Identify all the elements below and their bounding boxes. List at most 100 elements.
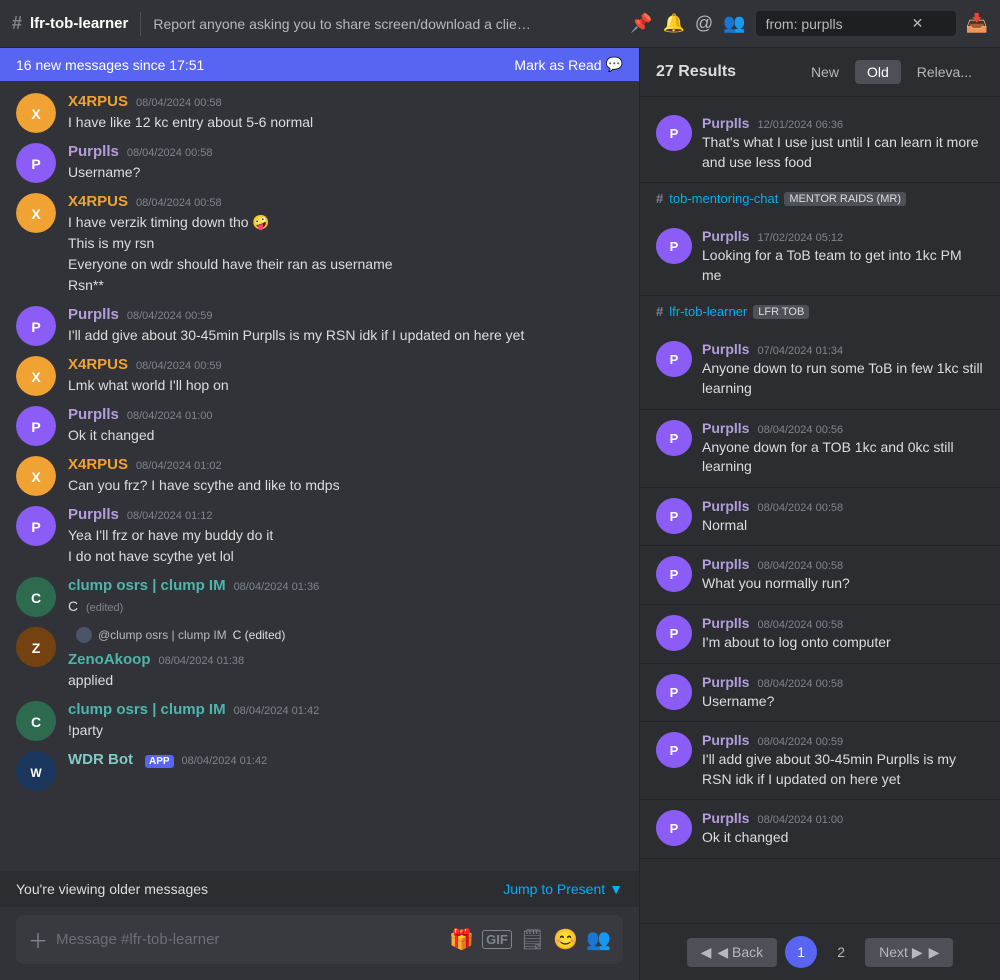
result-timestamp: 08/04/2024 00:59 [757,736,843,748]
mention-icon[interactable]: @ [695,13,713,34]
result-text: Ok it changed [702,828,984,848]
filter-new-button[interactable]: New [799,60,851,84]
channel-topic: Report anyone asking you to share screen… [153,16,533,32]
members-icon[interactable]: 👥 [723,13,745,34]
search-result-item[interactable]: P Purplls 12/01/2024 06:36 That's what I… [640,105,1000,183]
svg-text:P: P [670,239,679,254]
avatar: X [16,456,56,496]
result-timestamp: 08/04/2024 00:58 [757,619,843,631]
username: Purplls [68,406,119,423]
mark-as-read-button[interactable]: Mark as Read 💬 [514,56,623,73]
search-result-item[interactable]: P Purplls 08/04/2024 00:56 Anyone down f… [640,410,1000,488]
message-group: P Purplls 08/04/2024 00:58 Username? [0,139,639,187]
message-header: Purplls 08/04/2024 01:12 [68,506,623,523]
page-1-button[interactable]: 1 [785,936,817,968]
topbar-icons: 📌 🔔 @ 👥 ✕ 📥 [630,11,988,36]
result-avatar: P [656,420,692,456]
search-results-list[interactable]: P Purplls 12/01/2024 06:36 That's what I… [640,97,1000,923]
channel-name: lfr-tob-learner [30,15,128,32]
message-header: X4RPUS 08/04/2024 00:58 [68,193,623,210]
search-result-item[interactable]: P Purplls 17/02/2024 05:12 Looking for a… [640,218,1000,296]
notification-icon[interactable]: 🔔 [662,13,684,34]
back-button[interactable]: ◀ ◀ Back [687,938,778,967]
svg-text:P: P [670,431,679,446]
result-timestamp: 08/04/2024 01:00 [757,814,843,826]
avatar: X [16,193,56,233]
message-text: Rsn** [68,275,623,296]
search-result-item[interactable]: P Purplls 08/04/2024 01:00 Ok it changed [640,800,1000,859]
message-content: @clump osrs | clump IM C (edited) ZenoAk… [68,627,623,691]
avatar: W [16,751,56,791]
older-messages-text: You're viewing older messages [16,881,208,897]
result-message: P Purplls 08/04/2024 00:59 I'll add give… [656,732,984,789]
svg-text:P: P [670,352,679,367]
server-tag: MENTOR RAIDS (MR) [784,192,906,206]
search-result-item[interactable]: P Purplls 08/04/2024 00:58 I'm about to … [640,605,1000,664]
svg-text:P: P [670,567,679,582]
page-2-button[interactable]: 2 [825,936,857,968]
message-text: !party [68,720,623,741]
search-header: 27 Results New Old Releva... [640,48,1000,97]
result-avatar: P [656,674,692,710]
next-button[interactable]: Next ▶ ▶ [865,938,953,967]
channel-name: tob-mentoring-chat [669,191,778,206]
messages-area[interactable]: X X4RPUS 08/04/2024 00:58 I have like 12… [0,81,639,871]
result-body: Purplls 12/01/2024 06:36 That's what I u… [702,115,984,172]
username: Purplls [68,306,119,323]
message-text: Everyone on wdr should have their ran as… [68,254,623,275]
result-body: Purplls 08/04/2024 00:58 I'm about to lo… [702,615,984,653]
search-result-item[interactable]: P Purplls 08/04/2024 00:58 What you norm… [640,546,1000,605]
message-content: Purplls 08/04/2024 01:00 Ok it changed [68,406,623,446]
add-icon[interactable]: ＋ [28,925,48,954]
username: X4RPUS [68,93,128,110]
result-body: Purplls 08/04/2024 01:00 Ok it changed [702,810,984,848]
timestamp: 08/04/2024 01:42 [234,705,320,717]
gif-icon[interactable]: GIF [482,930,512,949]
emoji-icon[interactable]: 😊 [553,927,578,952]
result-header: Purplls 17/02/2024 05:12 [702,228,984,244]
result-message: P Purplls 17/02/2024 05:12 Looking for a… [656,228,984,285]
message-group: X X4RPUS 08/04/2024 00:58 I have like 12… [0,89,639,137]
result-body: Purplls 17/02/2024 05:12 Looking for a T… [702,228,984,285]
result-avatar: P [656,115,692,151]
app-badge: APP [145,755,174,768]
result-text: Normal [702,516,984,536]
search-result-item[interactable]: P Purplls 08/04/2024 00:58 Normal [640,488,1000,547]
result-header: Purplls 08/04/2024 00:59 [702,732,984,748]
svg-text:P: P [670,685,679,700]
search-result-item[interactable]: P Purplls 07/04/2024 01:34 Anyone down t… [640,331,1000,409]
new-messages-banner: 16 new messages since 17:51 Mark as Read… [0,48,639,81]
inbox-icon[interactable]: 📥 [966,13,988,34]
result-username: Purplls [702,498,749,514]
result-timestamp: 17/02/2024 05:12 [757,232,843,244]
timestamp: 08/04/2024 01:12 [127,510,213,522]
activity-icon[interactable]: 👥 [586,927,611,952]
avatar: P [16,143,56,183]
jump-to-present-button[interactable]: Jump to Present ▼ [503,881,623,897]
search-close-icon[interactable]: ✕ [912,15,924,32]
svg-text:P: P [31,156,40,172]
result-text: Anyone down for a TOB 1kc and 0kc still … [702,438,984,477]
search-result-item[interactable]: P Purplls 08/04/2024 00:58 Username? [640,664,1000,723]
message-header: Purplls 08/04/2024 00:58 [68,143,623,160]
timestamp: 08/04/2024 01:00 [127,410,213,422]
username: X4RPUS [68,193,128,210]
result-header: Purplls 08/04/2024 01:00 [702,810,984,826]
search-result-item[interactable]: P Purplls 08/04/2024 00:59 I'll add give… [640,722,1000,800]
svg-text:W: W [30,766,42,780]
message-header: Purplls 08/04/2024 01:00 [68,406,623,423]
username: clump osrs | clump IM [68,577,226,594]
sticker-icon[interactable]: 🗒 [520,927,545,952]
pin-icon[interactable]: 📌 [630,13,652,34]
filter-old-button[interactable]: Old [855,60,901,84]
chat-input-box: ＋ 🎁 GIF 🗒 😊 👥 [16,915,623,964]
timestamp: 08/04/2024 01:36 [234,581,320,593]
search-box[interactable]: ✕ [756,11,956,36]
search-input[interactable] [766,16,906,32]
filter-relevant-button[interactable]: Releva... [905,60,984,84]
result-timestamp: 08/04/2024 00:58 [757,560,843,572]
message-input[interactable] [56,931,441,948]
gift-icon[interactable]: 🎁 [449,927,474,952]
result-text: Username? [702,692,984,712]
result-message: P Purplls 12/01/2024 06:36 That's what I… [656,115,984,172]
